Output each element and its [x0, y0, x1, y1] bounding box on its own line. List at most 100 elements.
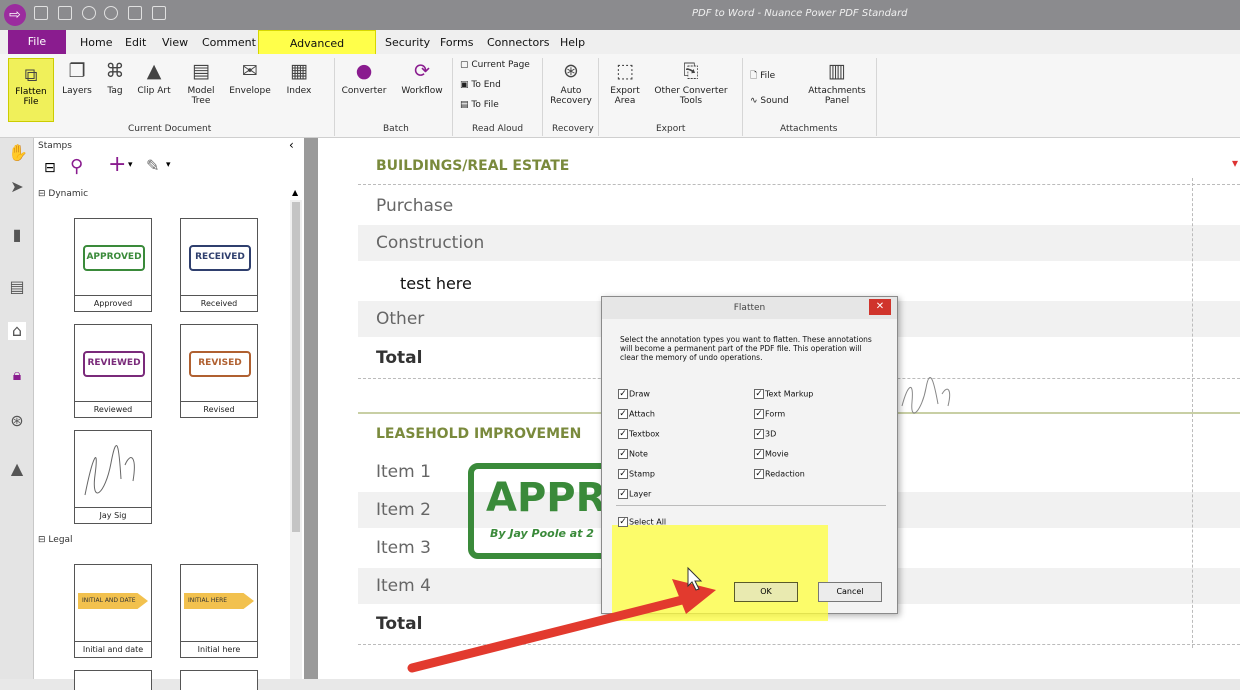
collapse-all-icon[interactable]: ⊟ [44, 160, 56, 176]
ok-button[interactable]: OK [734, 582, 798, 602]
tab-security[interactable]: Security [385, 36, 430, 49]
envelope-button[interactable]: ✉ Envelope [226, 60, 274, 96]
checkbox-stamp[interactable]: ✓ Stamp [618, 469, 655, 479]
stamp-received[interactable]: RECEIVED Received [180, 218, 258, 312]
pages-icon[interactable]: ▤ [8, 278, 26, 296]
index-button[interactable]: ▦ Index [282, 60, 316, 96]
bookmark-icon[interactable]: ▮ [8, 226, 26, 244]
attach-file-button[interactable]: 🗋 File [750, 68, 775, 84]
tab-view[interactable]: View [162, 36, 188, 49]
checkbox-3d[interactable]: ✓ 3D [754, 429, 776, 439]
chevron-down-icon[interactable]: ▾ [128, 160, 133, 170]
collapse-icon: ⊟ [38, 535, 46, 545]
checkbox-note[interactable]: ✓ Note [618, 449, 648, 459]
checkmark-icon: ✓ [754, 409, 764, 419]
lock-icon[interactable]: 🔒︎ [8, 366, 26, 384]
flatten-label: Flatten File [15, 87, 47, 107]
export-area-button[interactable]: ⬚ Export Area [604, 60, 646, 106]
model-tree-button[interactable]: ▤ Model Tree [182, 60, 220, 106]
stamp-initial-here[interactable]: INITIAL HERE Initial here [180, 564, 258, 658]
current-page-button[interactable]: ▢ Current Page [460, 60, 530, 70]
to-end-label: To End [471, 80, 501, 90]
customize-icon[interactable] [152, 6, 166, 20]
signature-annotation[interactable] [898, 376, 958, 416]
flatten-file-button[interactable]: ⧉ Flatten File [8, 58, 54, 122]
checkmark-icon: ✓ [618, 489, 628, 499]
tab-help[interactable]: Help [560, 36, 585, 49]
sound-icon: ∿ [750, 96, 758, 106]
search-icon[interactable]: ⚲ [70, 156, 83, 177]
select-arrow-icon[interactable]: ➤ [8, 178, 26, 196]
envelope-icon: ✉ [242, 60, 258, 82]
stamp-card-partial[interactable] [74, 670, 152, 690]
stamp-icon[interactable]: ⌂ [8, 322, 26, 340]
close-icon[interactable]: ✕ [869, 299, 891, 315]
cancel-button[interactable]: Cancel [818, 582, 882, 602]
to-file-button[interactable]: ▤ To File [460, 100, 499, 110]
converter-button[interactable]: ● Converter [338, 60, 390, 96]
stamp-approved[interactable]: APPROVED Approved [74, 218, 152, 312]
checkbox-textbox[interactable]: ✓ Textbox [618, 429, 660, 439]
row-divider [358, 644, 1240, 645]
tag-label: Tag [107, 86, 123, 96]
section-legal[interactable]: ⊟ Legal [38, 535, 73, 545]
tab-comment[interactable]: Comment [202, 36, 256, 49]
recovery-icon[interactable]: ⊛ [8, 412, 26, 430]
print-icon[interactable] [128, 6, 142, 20]
layers-icon: ❐ [68, 60, 86, 82]
checkbox-attach[interactable]: ✓ Attach [618, 409, 655, 419]
stamp-initial-and-date[interactable]: INITIAL AND DATE Initial and date [74, 564, 152, 658]
approved-stamp-annotation[interactable]: APPRO By Jay Poole at 2 [468, 463, 618, 559]
auto-recovery-button[interactable]: ⊛ Auto Recovery [548, 60, 594, 106]
ribbon-separator [452, 58, 453, 136]
tab-connectors[interactable]: Connectors [487, 36, 549, 49]
collapse-panel-icon[interactable]: ‹ [289, 138, 294, 152]
group-attachments: Attachments [780, 124, 838, 134]
other-converter-tools-button[interactable]: ⎘ Other Converter Tools [650, 60, 732, 106]
attachments-panel-button[interactable]: ▥ Attachments Panel [804, 60, 870, 106]
scroll-up-icon[interactable]: ▲ [292, 188, 298, 197]
current-page-label: Current Page [471, 60, 530, 70]
tab-home[interactable]: Home [80, 36, 112, 49]
checkbox-layer[interactable]: ✓ Layer [618, 489, 651, 499]
stamp-reviewed[interactable]: REVIEWED Reviewed [74, 324, 152, 418]
section-dynamic[interactable]: ⊟ Dynamic [38, 189, 88, 199]
clip-art-icon[interactable]: ▲ [8, 460, 26, 478]
checkmark-icon: ✓ [618, 469, 628, 479]
scrollbar-thumb[interactable] [292, 202, 300, 532]
checkbox-movie[interactable]: ✓ Movie [754, 449, 789, 459]
checkbox-select-all[interactable]: ✓ Select All [618, 517, 666, 527]
file-tab[interactable]: File [8, 30, 66, 54]
add-stamp-icon[interactable]: + [108, 152, 126, 177]
attachments-panel-label: Attachments Panel [808, 86, 866, 106]
stamp-jay-sig[interactable]: Jay Sig [74, 430, 152, 524]
clip-art-button[interactable]: ▲ Clip Art [134, 60, 174, 96]
stamps-scrollbar[interactable] [290, 200, 302, 679]
undo-icon[interactable] [82, 6, 96, 20]
tag-button[interactable]: ⌘ Tag [100, 60, 130, 96]
stamp-revised[interactable]: REVISED Revised [180, 324, 258, 418]
save-icon[interactable] [58, 6, 72, 20]
hand-icon[interactable]: ✋ [8, 144, 28, 162]
app-logo-icon[interactable]: ⇨ [4, 4, 26, 26]
to-end-button[interactable]: ▣ To End [460, 80, 501, 90]
chevron-down-icon[interactable]: ▾ [166, 160, 171, 170]
menu-bar: File Home Edit View Comment Advanced Pro… [0, 30, 1240, 76]
open-icon[interactable] [34, 6, 48, 20]
panel-divider[interactable] [304, 138, 318, 679]
checkbox-form[interactable]: ✓ Form [754, 409, 785, 419]
attach-sound-button[interactable]: ∿ Sound [750, 96, 789, 106]
checkbox-redaction[interactable]: ✓ Redaction [754, 469, 805, 479]
checkbox-text-markup[interactable]: ✓ Text Markup [754, 389, 813, 399]
stamp-card-partial[interactable] [180, 670, 258, 690]
other-converter-label: Other Converter Tools [654, 86, 728, 106]
tab-edit[interactable]: Edit [125, 36, 146, 49]
edit-stamp-icon[interactable]: ✎ [146, 156, 159, 175]
layers-button[interactable]: ❐ Layers [60, 60, 94, 96]
tab-forms[interactable]: Forms [440, 36, 473, 49]
checkbox-draw[interactable]: ✓ Draw [618, 389, 650, 399]
workflow-button[interactable]: ⟳ Workflow [396, 60, 448, 96]
panel-title: Stamps [38, 141, 72, 151]
redo-icon[interactable] [104, 6, 118, 20]
ribbon-separator [742, 58, 743, 136]
